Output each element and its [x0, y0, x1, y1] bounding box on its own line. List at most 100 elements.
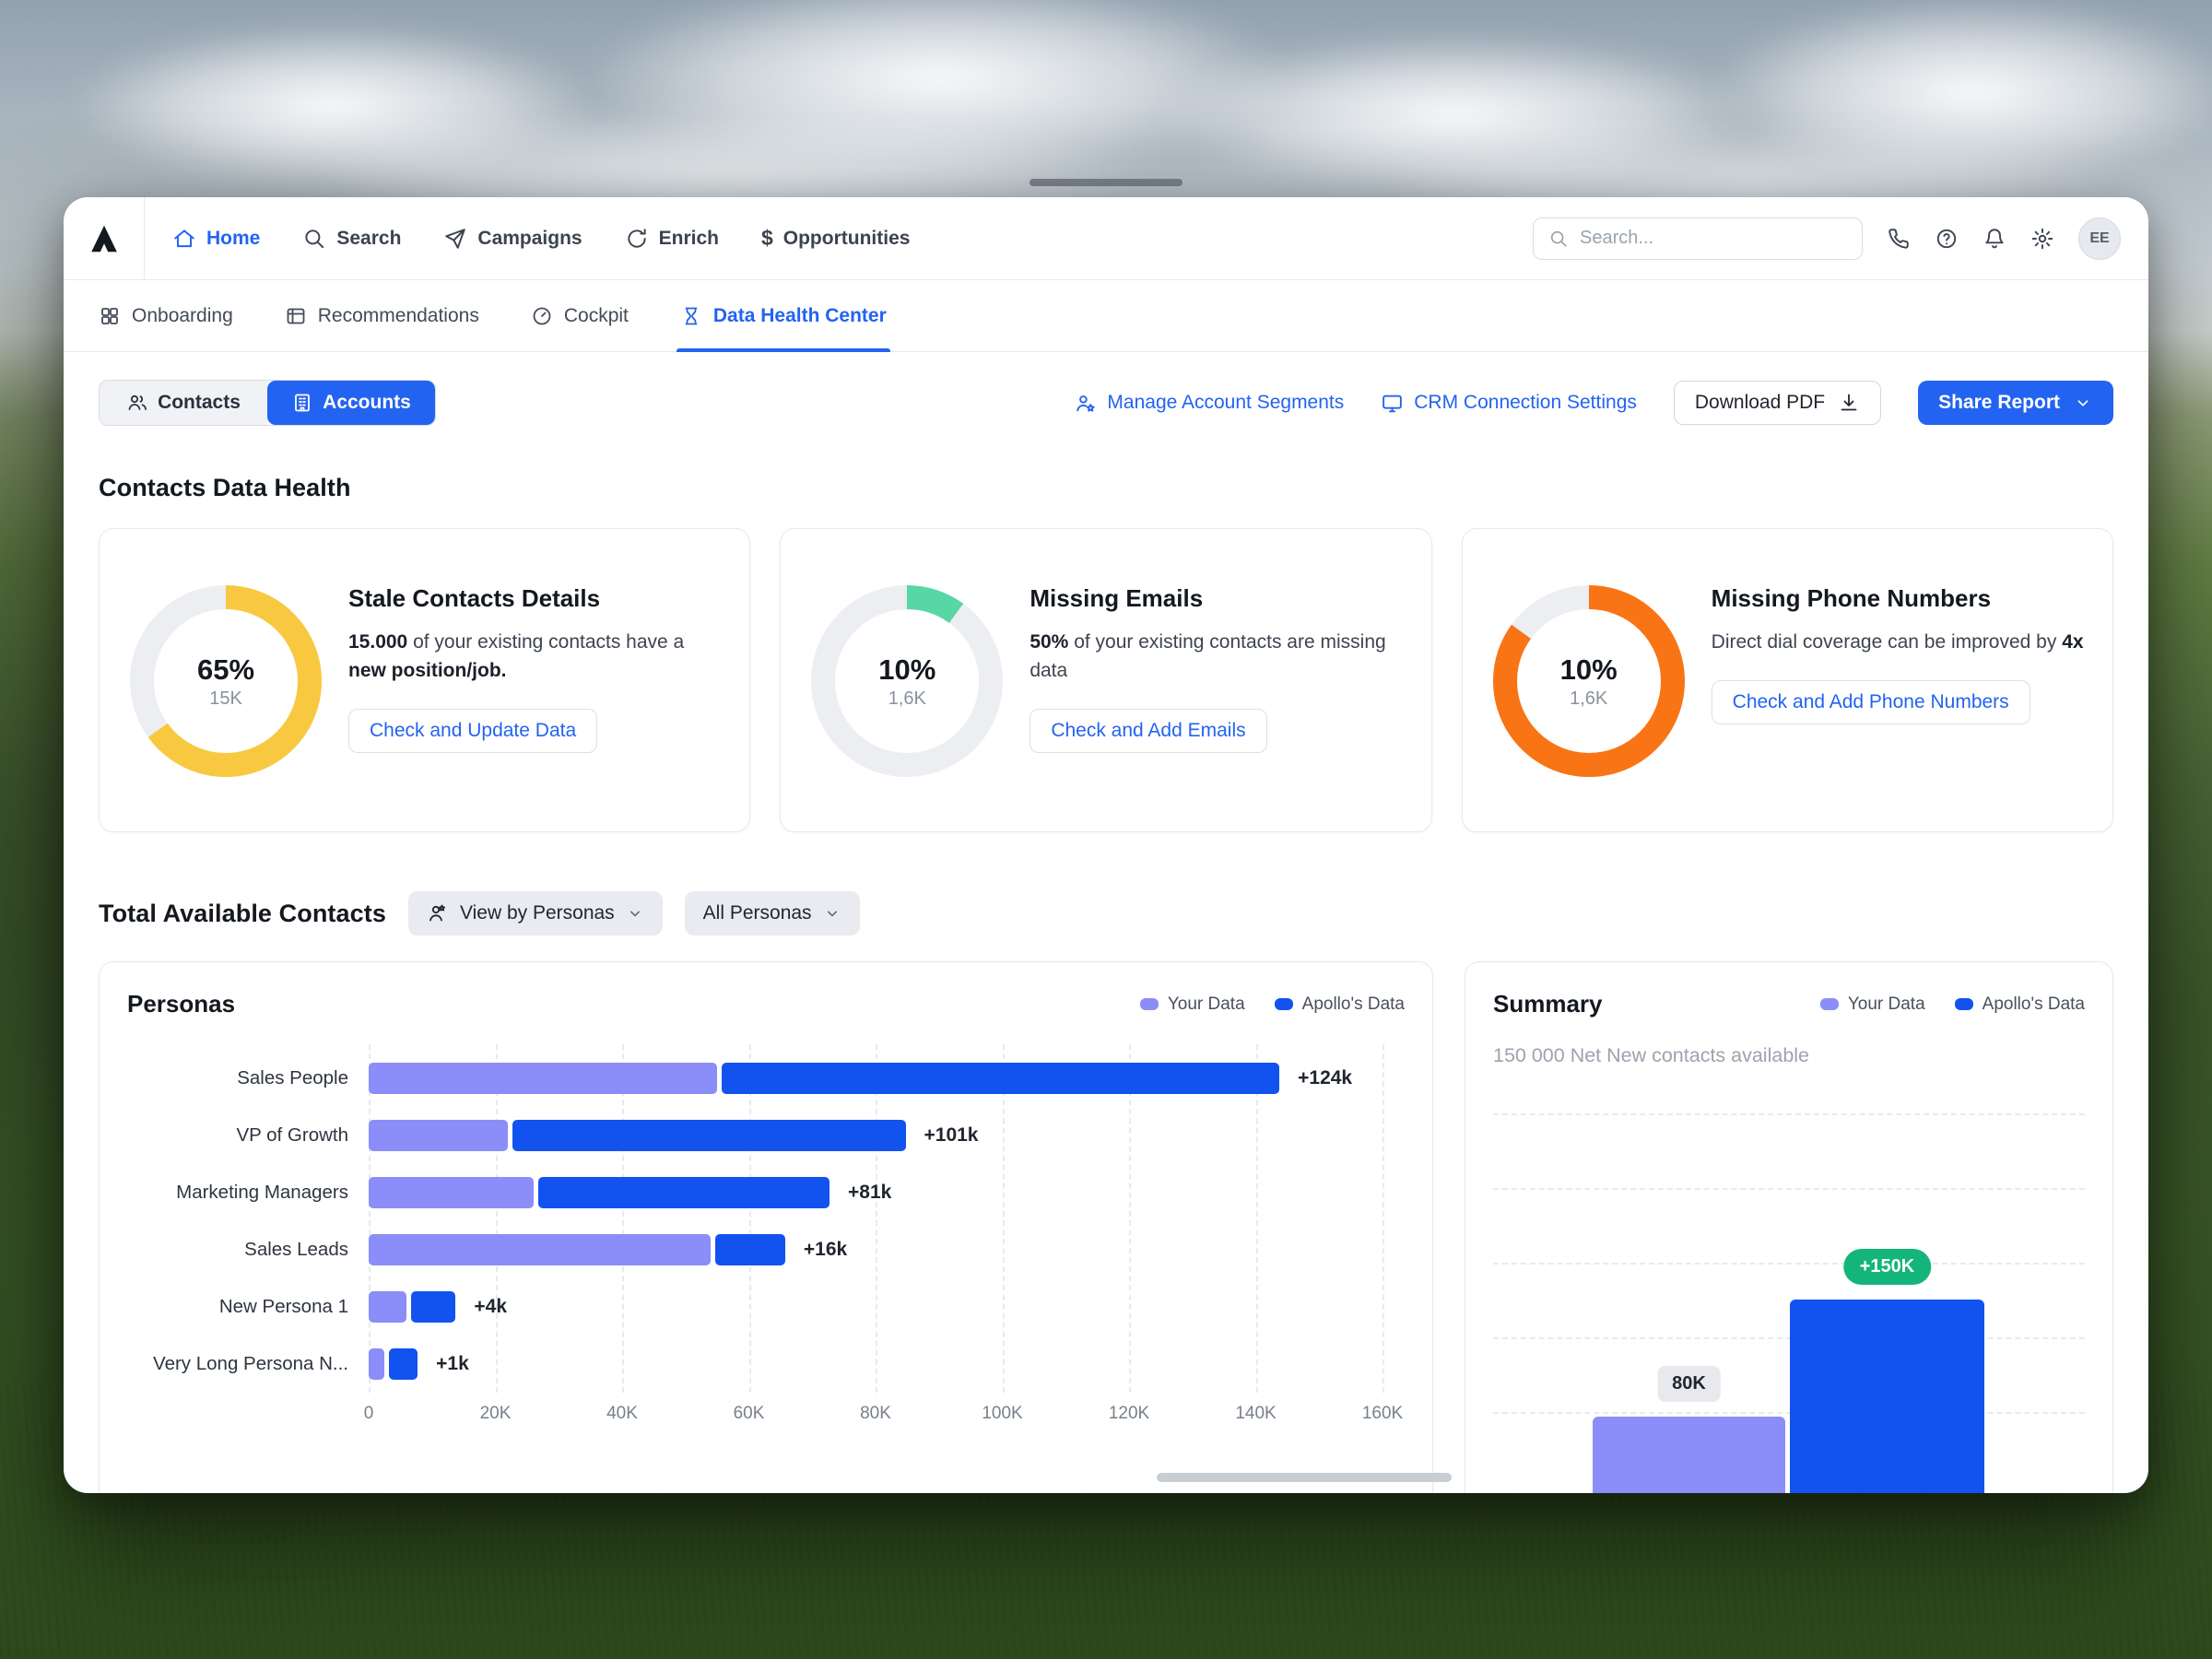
summary-value-label: +150K — [1843, 1249, 1932, 1285]
legend-item-your-data: Your Data — [1140, 994, 1245, 1015]
nav-item-campaigns[interactable]: Campaigns — [443, 227, 582, 251]
chevron-down-icon — [626, 904, 644, 923]
check-and-add-phone-numbers-button[interactable]: Check and Add Phone Numbers — [1712, 680, 2030, 724]
bar-apollos-data — [715, 1234, 785, 1265]
settings-gear-icon[interactable] — [2030, 227, 2054, 251]
gridline — [1493, 1188, 2085, 1190]
bar-your-data — [369, 1120, 508, 1151]
card-title: Missing Phone Numbers — [1712, 584, 2085, 613]
share-report-button[interactable]: Share Report — [1918, 381, 2113, 425]
legend-swatch — [1275, 998, 1293, 1010]
bar-your-data — [369, 1291, 406, 1323]
tab-cockpit[interactable]: Cockpit — [531, 280, 629, 351]
button-label: Download PDF — [1695, 392, 1825, 414]
x-tick-label: 0 — [364, 1404, 374, 1424]
persona-category-label: Very Long Persona N... — [100, 1353, 369, 1375]
nav-item-enrich[interactable]: Enrich — [625, 227, 719, 251]
persona-row: Sales Leads+16k — [100, 1221, 1382, 1278]
notifications-bell-icon[interactable] — [1983, 227, 2006, 251]
card-body: Direct dial coverage can be improved by … — [1712, 628, 2085, 656]
top-navbar: Home Search Campaigns Enrich $ Opportuni… — [64, 197, 2148, 280]
building-icon — [291, 392, 313, 414]
segment-contacts[interactable]: Contacts — [100, 381, 267, 425]
phone-icon[interactable] — [1887, 227, 1911, 251]
tab-label: Recommendations — [318, 305, 479, 327]
nav-item-label: Enrich — [659, 228, 719, 250]
nav-item-label: Home — [206, 228, 260, 250]
persona-category-label: Marketing Managers — [100, 1182, 369, 1204]
card-missing-phone-numbers: 10% 1,6K Missing Phone Numbers Direct di… — [1462, 528, 2113, 832]
health-cards-row: 65% 15K Stale Contacts Details 15.000 of… — [99, 528, 2113, 832]
bar-apollos-data — [411, 1291, 455, 1323]
legend-swatch — [1820, 998, 1839, 1010]
donut-chart-missing-phones: 10% 1,6K — [1492, 584, 1686, 778]
legend-item-apollos-data: Apollo's Data — [1955, 994, 2085, 1015]
persona-row: New Persona 1+4k — [100, 1278, 1382, 1335]
total-available-contacts-header: Total Available Contacts View by Persona… — [99, 891, 2113, 935]
donut-chart-missing-emails: 10% 1,6K — [810, 584, 1004, 778]
bar-your-data — [369, 1234, 711, 1265]
charts-row: Personas Your Data Apollo's Data — [99, 961, 2113, 1493]
app-logo[interactable] — [64, 197, 145, 279]
download-pdf-button[interactable]: Download PDF — [1674, 381, 1881, 425]
donut-amount: 1,6K — [888, 688, 926, 710]
x-tick-label: 80K — [860, 1404, 891, 1424]
persona-row: Very Long Persona N... +1k — [100, 1335, 1382, 1393]
tab-data-health-center[interactable]: Data Health Center — [680, 280, 887, 351]
bar-your-data — [369, 1063, 717, 1094]
tab-label: Cockpit — [564, 305, 629, 327]
gridline — [1493, 1337, 2085, 1339]
check-and-add-emails-button[interactable]: Check and Add Emails — [1030, 709, 1266, 753]
summary-legend: Your Data Apollo's Data — [1820, 994, 2085, 1015]
legend-item-your-data: Your Data — [1820, 994, 1925, 1015]
global-search[interactable] — [1533, 218, 1863, 260]
x-tick-label: 60K — [734, 1404, 765, 1424]
persona-bars: +4k — [369, 1291, 1382, 1323]
nav-item-opportunities[interactable]: $ Opportunities — [761, 228, 910, 250]
chart-title-summary: Summary — [1493, 990, 1603, 1018]
bar-value-label: +1k — [436, 1348, 469, 1380]
download-icon — [1838, 392, 1860, 414]
search-input[interactable] — [1580, 228, 1847, 249]
summary-subtitle: 150 000 Net New contacts available — [1465, 1044, 2112, 1067]
nav-item-home[interactable]: Home — [172, 227, 260, 251]
contacts-accounts-segmented-control: Contacts Accounts — [99, 380, 436, 426]
gridline — [1493, 1263, 2085, 1265]
search-icon — [1548, 229, 1569, 249]
persona-category-label: VP of Growth — [100, 1124, 369, 1147]
persona-row: VP of Growth+101k — [100, 1107, 1382, 1164]
bar-your-data — [369, 1177, 534, 1208]
all-personas-dropdown[interactable]: All Personas — [685, 891, 860, 935]
x-tick-label: 40K — [606, 1404, 638, 1424]
nav-item-search[interactable]: Search — [302, 227, 401, 251]
legend-swatch — [1140, 998, 1159, 1010]
persona-bars: +101k — [369, 1120, 1382, 1151]
crm-connection-settings-link[interactable]: CRM Connection Settings — [1381, 392, 1637, 415]
bar-apollos-data — [389, 1348, 418, 1380]
horizontal-scrollbar[interactable] — [1157, 1473, 1452, 1482]
summary-chart-card: Summary Your Data Apollo's Data 150 000 … — [1465, 961, 2113, 1493]
view-by-personas-dropdown[interactable]: View by Personas — [408, 891, 663, 935]
legend-label: Apollo's Data — [1302, 994, 1405, 1015]
chart-title-personas: Personas — [127, 990, 235, 1018]
tab-onboarding[interactable]: Onboarding — [99, 280, 233, 351]
tab-label: Data Health Center — [713, 305, 887, 327]
link-label: CRM Connection Settings — [1414, 392, 1637, 414]
nav-item-label: Opportunities — [783, 228, 911, 250]
help-icon[interactable] — [1935, 227, 1959, 251]
check-and-update-data-button[interactable]: Check and Update Data — [348, 709, 597, 753]
card-title: Stale Contacts Details — [348, 584, 722, 613]
segment-accounts[interactable]: Accounts — [267, 381, 435, 425]
avatar[interactable]: EE — [2078, 218, 2121, 260]
manage-account-segments-link[interactable]: Manage Account Segments — [1074, 392, 1344, 415]
window-drag-handle[interactable] — [1030, 179, 1182, 186]
card-missing-emails: 10% 1,6K Missing Emails 50% of your exis… — [780, 528, 1431, 832]
bar-value-label: +4k — [474, 1291, 507, 1323]
persona-bars: +81k — [369, 1177, 1382, 1208]
dollar-icon: $ — [761, 228, 773, 249]
gridline — [1382, 1044, 1384, 1393]
chevron-down-icon — [2073, 393, 2093, 413]
card-body: 50% of your existing contacts are missin… — [1030, 628, 1403, 685]
tab-recommendations[interactable]: Recommendations — [285, 280, 479, 351]
tab-label: Onboarding — [132, 305, 233, 327]
